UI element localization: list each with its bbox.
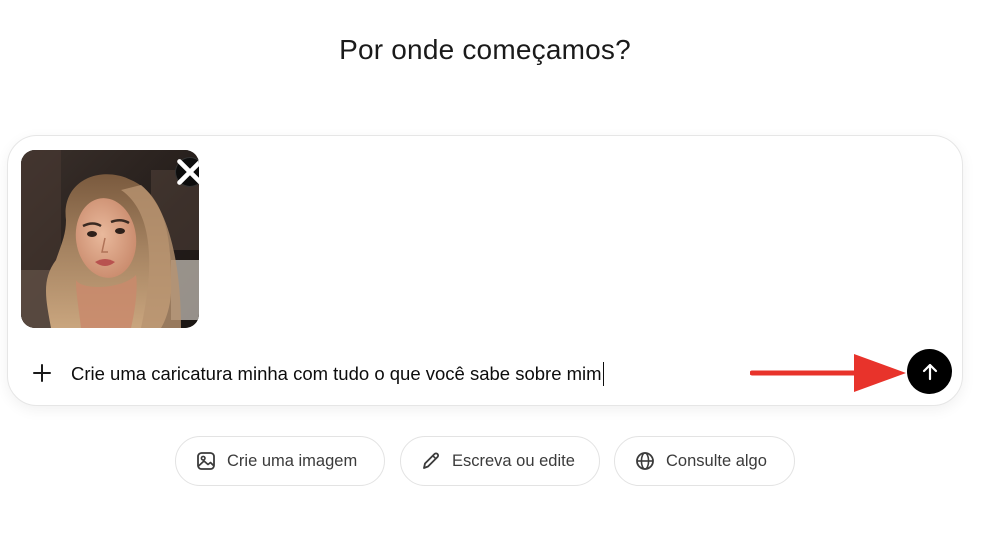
text-caret <box>602 362 605 386</box>
send-button[interactable] <box>907 349 952 394</box>
plus-icon <box>33 364 51 382</box>
close-icon <box>177 159 199 185</box>
remove-attachment-button[interactable] <box>175 157 199 187</box>
suggestion-label: Consulte algo <box>666 451 767 470</box>
suggestion-create-image[interactable]: Crie uma imagem <box>175 436 385 486</box>
page-title: Por onde começamos? <box>339 34 631 65</box>
suggestion-label: Crie uma imagem <box>227 451 358 470</box>
photo-thumbnail <box>21 150 199 328</box>
globe-icon <box>636 452 654 470</box>
attached-image-thumbnail[interactable] <box>21 150 199 328</box>
prompt-composer: Crie uma caricatura minha com tudo o que… <box>7 135 963 406</box>
image-icon <box>197 452 215 470</box>
prompt-input-value: Crie uma caricatura minha com tudo o que… <box>71 363 602 384</box>
suggestion-look-up[interactable]: Consulte algo <box>614 436 795 486</box>
pencil-icon <box>423 452 439 469</box>
prompt-input[interactable]: Crie uma caricatura minha com tudo o que… <box>71 362 605 386</box>
suggestion-write-or-edit[interactable]: Escreva ou edite <box>400 436 600 486</box>
suggestion-label: Escreva ou edite <box>452 451 575 470</box>
add-attachment-button[interactable] <box>28 359 56 387</box>
arrow-up-icon <box>922 363 937 380</box>
